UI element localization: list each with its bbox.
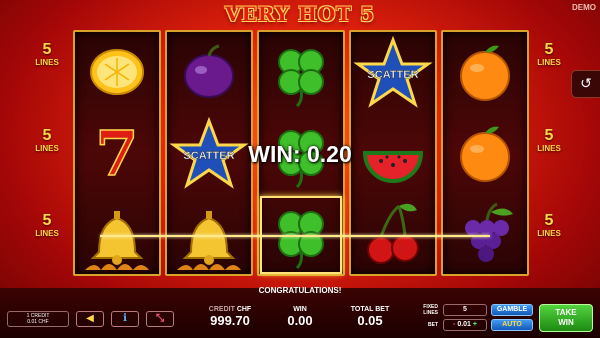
payline: [100, 235, 490, 237]
lines-badge-right-top: 5 LINES: [534, 41, 564, 68]
scatter-star-symbol: SCATTER: [351, 32, 435, 112]
lines-label: LINES: [35, 58, 59, 67]
total-bet-display: TOTAL BET 0.05: [340, 306, 400, 329]
lines-number: 5: [544, 41, 554, 58]
denomination-value: 0.01 CHF: [27, 319, 49, 325]
orange-icon: [460, 45, 510, 101]
scatter-star-icon: SCATTER: [353, 35, 433, 108]
bet-label: BET: [428, 322, 438, 328]
bet-increase-button[interactable]: +: [473, 321, 477, 328]
bell-symbol: [75, 194, 159, 274]
total-bet-label: TOTAL BET: [350, 306, 390, 313]
fullscreen-button[interactable]: ⤡: [146, 311, 174, 327]
bell-icon: [85, 211, 149, 270]
lemon-symbol: [75, 32, 159, 112]
lines-label: LINES: [537, 229, 561, 238]
bell-symbol: [167, 194, 251, 274]
win-label: WIN: [293, 306, 307, 313]
clover-icon: [278, 49, 324, 108]
bell-icon: [177, 211, 241, 270]
gamble-button[interactable]: GAMBLE: [491, 304, 533, 316]
auto-button[interactable]: AUTO: [491, 319, 533, 331]
bet-value: 0.01: [457, 321, 471, 328]
congratulations-text: CONGRATULATIONS!: [258, 286, 342, 295]
take-win-button[interactable]: TAKE WIN: [539, 304, 593, 332]
lines-badge-left-top: 5 LINES: [32, 41, 62, 68]
credit-value: 999.70: [210, 313, 250, 328]
lines-number: 5: [42, 41, 52, 58]
lines-label: LINES: [537, 58, 561, 67]
plum-symbol: [167, 32, 251, 112]
history-icon: ↺: [580, 76, 592, 92]
history-button[interactable]: ↺: [571, 70, 600, 98]
fixed-lines-value: 5: [443, 304, 487, 316]
lines-number: 5: [42, 212, 52, 229]
sound-button[interactable]: ◀: [76, 311, 104, 327]
lines-number: 5: [544, 212, 554, 229]
cherry-symbol: [351, 194, 435, 274]
info-button[interactable]: i: [111, 311, 139, 327]
clover-symbol: [259, 32, 343, 112]
orange-symbol: [443, 32, 527, 112]
fullscreen-icon: ⤡: [156, 313, 164, 324]
info-icon: i: [123, 313, 127, 324]
credit-label: CREDIT CHF: [208, 306, 252, 313]
bet-stepper: - 0.01 +: [443, 319, 487, 331]
denomination-selector[interactable]: 1 CREDIT 0.01 CHF: [7, 311, 69, 327]
lines-badge-right-bottom: 5 LINES: [534, 212, 564, 239]
win-value: 0.00: [287, 313, 313, 328]
grapes-symbol: [443, 194, 527, 274]
sound-icon: ◀: [86, 313, 94, 324]
lines-label: LINES: [35, 229, 59, 238]
plum-icon: [184, 44, 234, 98]
lemon-icon: [90, 49, 144, 95]
credit-display: CREDIT CHF 999.70: [200, 306, 260, 329]
game-title: VERY HOT 5: [224, 2, 376, 26]
bet-decrease-button[interactable]: -: [453, 321, 455, 328]
grapes-icon: [465, 202, 513, 262]
cherry-icon: [367, 203, 419, 264]
demo-badge: DEMO: [572, 3, 596, 12]
lines-badge-left-bottom: 5 LINES: [32, 212, 62, 239]
win-display: WIN 0.00: [275, 306, 325, 329]
slot-game: VERY HOT 5 DEMO 5 LINES 5 LINES 5 LINES …: [0, 0, 600, 338]
fixed-lines-label: FIXED LINES: [423, 304, 438, 316]
svg-text:SCATTER: SCATTER: [367, 69, 418, 81]
win-message: WIN: 0.20: [248, 141, 352, 167]
total-bet-value: 0.05: [357, 313, 383, 328]
